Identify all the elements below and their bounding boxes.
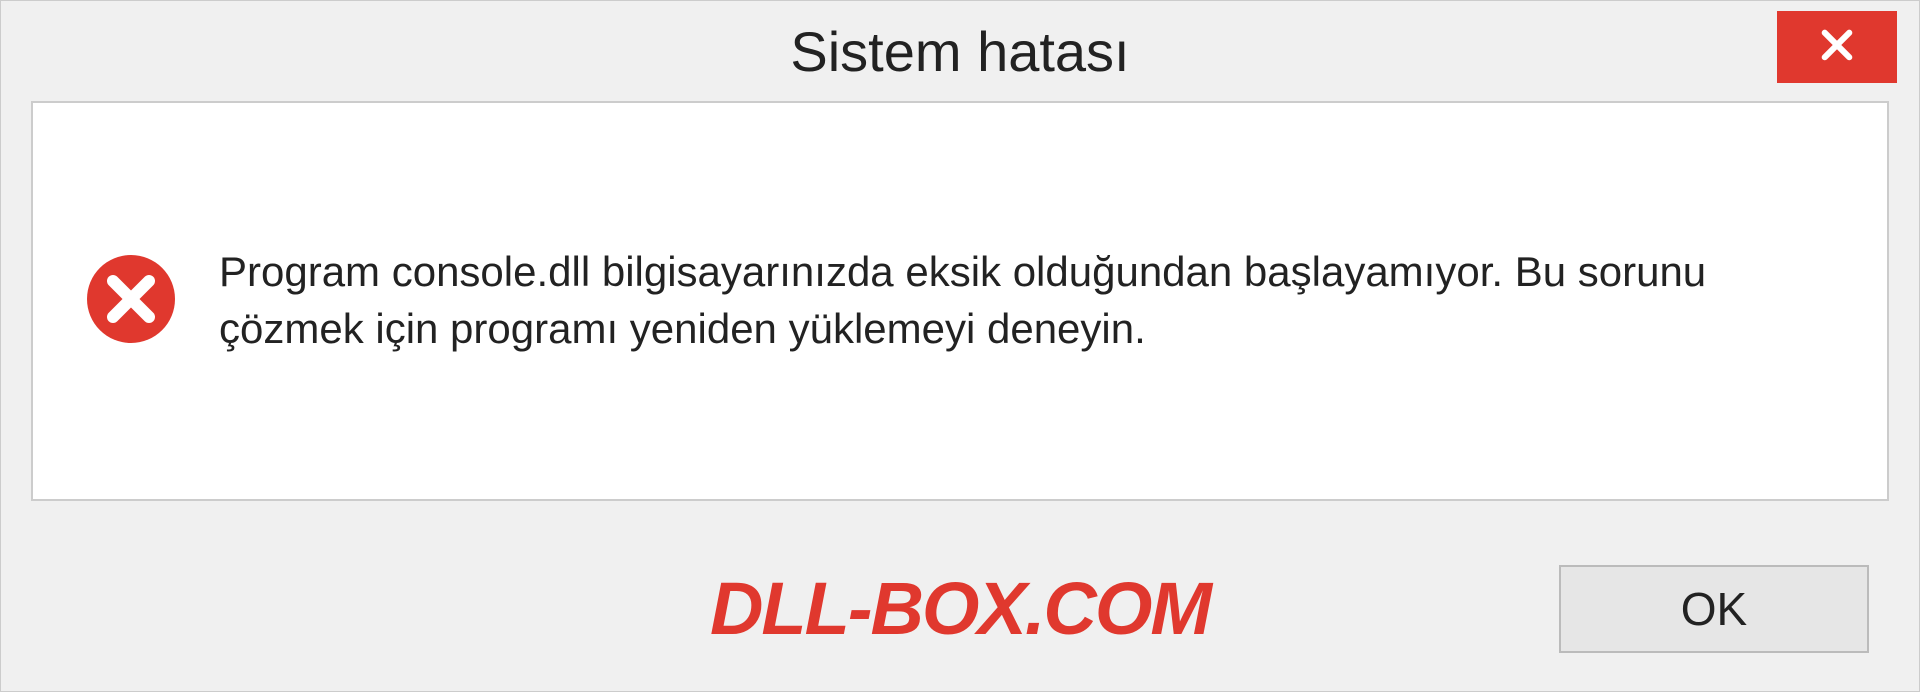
ok-button-label: OK [1681,582,1747,636]
error-icon [83,251,179,352]
close-icon [1816,24,1858,71]
close-button[interactable] [1777,11,1897,83]
dialog-title: Sistem hatası [790,19,1129,84]
content-area: Program console.dll bilgisayarınızda eks… [31,101,1889,501]
watermark-text: DLL-BOX.COM [710,566,1210,651]
title-bar: Sistem hatası [1,1,1919,101]
ok-button[interactable]: OK [1559,565,1869,653]
error-message: Program console.dll bilgisayarınızda eks… [219,244,1837,357]
error-dialog: Sistem hatası Program console.dll bilgis… [0,0,1920,692]
bottom-bar: DLL-BOX.COM OK [1,526,1919,691]
